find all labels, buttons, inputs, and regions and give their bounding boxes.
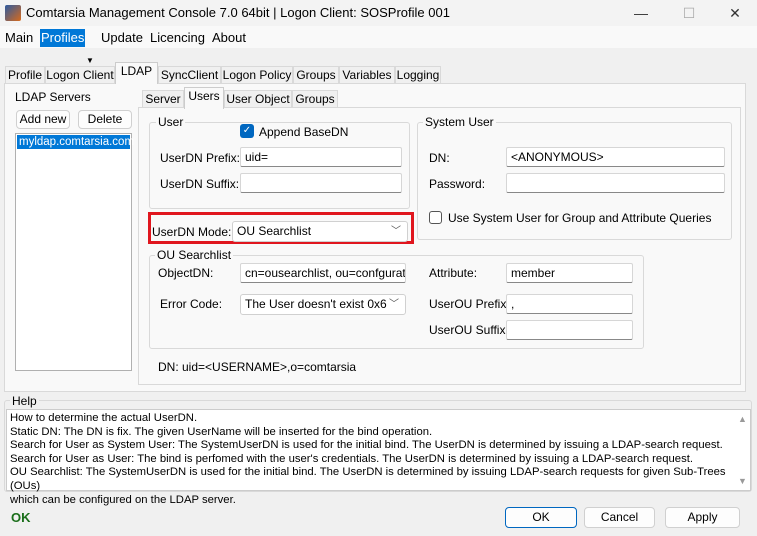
help-line: Static DN: The DN is fix. The given User… <box>10 425 433 438</box>
ok-button[interactable]: OK <box>505 507 577 528</box>
scroll-down-icon[interactable]: ▼ <box>738 476 747 486</box>
list-item[interactable]: myldap.comtarsia.com <box>17 135 134 149</box>
chevron-down-icon: ﹀ <box>389 299 399 310</box>
menu-bar: Main Profiles ▼ Update Licencing About <box>0 26 757 65</box>
close-button[interactable]: ✕ <box>712 0 757 26</box>
error-code-select[interactable]: The User doesn't exist 0x6 ﹀ <box>240 294 406 315</box>
menu-about[interactable]: About <box>211 29 247 47</box>
error-code-label: Error Code: <box>160 297 223 311</box>
maximize-button[interactable]: ☐ <box>666 0 712 26</box>
help-line: Search for User as User: The bind is per… <box>10 452 693 465</box>
menu-licencing[interactable]: Licencing <box>149 29 206 47</box>
cancel-button[interactable]: Cancel <box>584 507 655 528</box>
userou-suffix-input[interactable] <box>506 320 633 340</box>
system-dn-input[interactable]: <ANONYMOUS> <box>506 147 725 167</box>
dropdown-arrow-icon[interactable]: ▼ <box>86 56 94 65</box>
subtab-server[interactable]: Server <box>142 90 184 108</box>
tab-groups[interactable]: Groups <box>293 66 339 84</box>
help-line: which can be configured on the LDAP serv… <box>10 493 236 506</box>
error-code-value: The User doesn't exist 0x6 <box>245 297 387 311</box>
attribute-label: Attribute: <box>429 266 478 280</box>
help-line: How to determine the actual UserDN. <box>10 412 198 424</box>
tab-profile[interactable]: Profile <box>5 66 45 84</box>
userdn-mode-value: OU Searchlist <box>237 224 312 238</box>
system-user-group-label: System User <box>423 115 496 129</box>
menu-main[interactable]: Main <box>4 29 34 47</box>
objectdn-label: ObjectDN: <box>158 266 214 280</box>
userdn-prefix-label: UserDN Prefix: <box>160 151 241 165</box>
userou-suffix-label: UserOU Suffix: <box>429 323 509 337</box>
userdn-mode-select[interactable]: OU Searchlist ﹀ <box>232 221 408 242</box>
title-bar: Comtarsia Management Console 7.0 64bit |… <box>0 0 757 26</box>
userdn-suffix-label: UserDN Suffix: <box>160 177 240 191</box>
tab-syncclient[interactable]: SyncClient <box>158 66 221 84</box>
minimize-button[interactable]: — <box>618 0 664 26</box>
append-basedn-label: Append BaseDN <box>259 125 349 139</box>
use-system-user-label: Use System User for Group and Attribute … <box>448 211 712 225</box>
use-system-user-checkbox[interactable] <box>429 211 442 224</box>
status-text: OK <box>11 510 31 525</box>
dn-preview: DN: uid=<USERNAME>,o=comtarsia <box>158 360 357 374</box>
ou-searchlist-label: OU Searchlist <box>155 248 234 262</box>
chevron-down-icon: ﹀ <box>391 226 401 237</box>
subtab-groups[interactable]: Groups <box>292 90 338 108</box>
ldap-server-list[interactable]: myldap.comtarsia.com <box>15 133 134 371</box>
userdn-prefix-input[interactable]: uid= <box>240 147 402 167</box>
userdn-suffix-input[interactable] <box>240 173 402 193</box>
user-group-label: User <box>156 115 186 129</box>
system-password-label: Password: <box>429 177 486 191</box>
subtab-user-object[interactable]: User Object <box>224 90 292 108</box>
userou-prefix-label: UserOU Prefix: <box>429 297 510 311</box>
help-textarea[interactable]: How to determine the actual UserDN. Stat… <box>6 409 751 506</box>
append-basedn-checkbox[interactable]: ✓ <box>240 124 254 138</box>
tab-logging[interactable]: Logging <box>395 66 441 84</box>
tab-logon-client[interactable]: Logon Client <box>45 66 115 84</box>
apply-button[interactable]: Apply <box>665 507 740 528</box>
tab-logon-policy[interactable]: Logon Policy <box>221 66 293 84</box>
menu-update[interactable]: Update <box>100 29 144 47</box>
app-logo-icon <box>5 5 21 21</box>
add-server-button[interactable]: Add new <box>16 110 70 129</box>
window-title: Comtarsia Management Console 7.0 64bit |… <box>26 5 450 20</box>
help-line: Search for User as System User: The Syst… <box>10 439 723 452</box>
objectdn-input[interactable]: cn=ousearchlist, ou=confguration, <box>240 263 406 283</box>
help-label: Help <box>10 394 39 408</box>
system-password-input[interactable] <box>506 173 725 193</box>
system-dn-label: DN: <box>429 151 450 165</box>
subtab-users[interactable]: Users <box>184 87 224 109</box>
attribute-input[interactable]: member <box>506 263 633 283</box>
userou-prefix-input[interactable]: , <box>506 294 633 314</box>
help-line: OU Searchlist: The SystemUserDN is used … <box>10 466 726 492</box>
tab-variables[interactable]: Variables <box>339 66 395 84</box>
delete-server-button[interactable]: Delete <box>78 110 132 129</box>
tab-ldap[interactable]: LDAP <box>115 62 158 84</box>
help-scrollbar[interactable]: ▲ ▼ <box>734 410 750 490</box>
userdn-mode-label: UserDN Mode: <box>152 225 232 239</box>
ldap-servers-label: LDAP Servers <box>15 90 91 104</box>
scroll-up-icon[interactable]: ▲ <box>738 414 747 424</box>
menu-profiles[interactable]: Profiles <box>40 29 86 47</box>
